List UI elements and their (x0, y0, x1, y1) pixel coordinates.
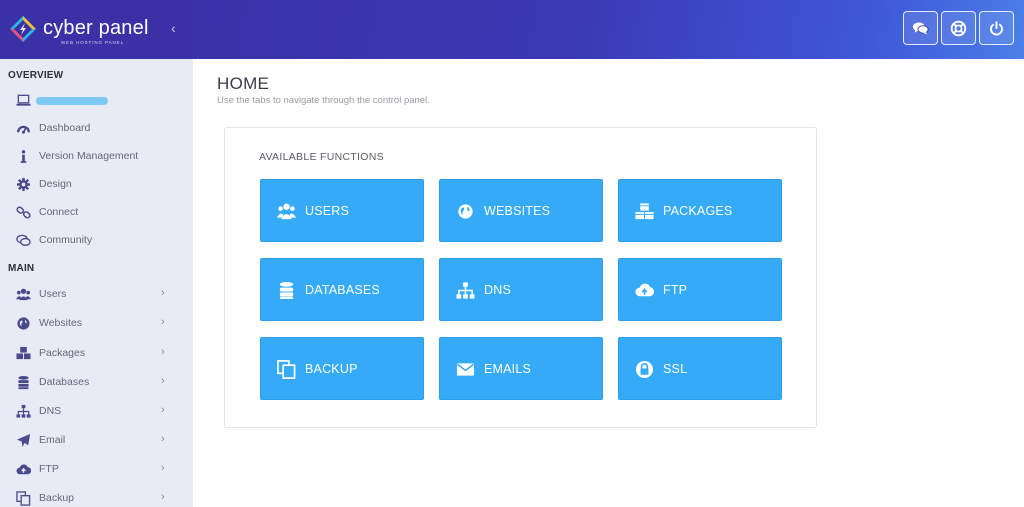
cubes-icon (16, 346, 31, 361)
chevron-right-icon: › (161, 316, 165, 328)
sidebar-item-community[interactable]: Community (0, 230, 193, 252)
copy-icon (16, 491, 31, 506)
sidebar-item-dns[interactable]: DNS › (0, 401, 193, 423)
sidebar-item-backup[interactable]: Backup › (0, 488, 193, 507)
sidebar-item-label: Websites (39, 317, 82, 329)
top-header: cyber panel WEB HOSTING PANEL ‹ (0, 0, 1024, 59)
support-icon (950, 20, 967, 36)
emails-button-label: EMAILS (484, 362, 532, 376)
username-placeholder (36, 97, 108, 105)
sidebar-item-version-management[interactable]: Version Management (0, 146, 193, 168)
chevron-right-icon: › (161, 375, 165, 387)
link-icon (16, 205, 31, 220)
section-title-overview: OVERVIEW (8, 70, 64, 81)
cloud-upload-icon (16, 462, 32, 477)
cubes-icon (635, 202, 654, 221)
sidebar-item-label: DNS (39, 405, 62, 417)
ssl-button-label: SSL (663, 362, 688, 376)
paper-plane-icon (16, 433, 31, 448)
chevron-right-icon: › (161, 404, 165, 416)
sidebar-item-label: Community (39, 234, 93, 246)
sidebar-item-label: Backup (39, 492, 75, 504)
users-button-label: USERS (305, 204, 350, 218)
backup-button[interactable]: BACKUP (260, 337, 424, 400)
page-subtitle: Use the tabs to navigate through the con… (217, 95, 430, 106)
emails-button[interactable]: EMAILS (439, 337, 603, 400)
sidebar-item-email[interactable]: Email › (0, 430, 193, 452)
users-icon (277, 202, 296, 221)
ftp-button[interactable]: FTP (618, 258, 782, 321)
database-icon (16, 375, 31, 390)
ssl-button[interactable]: SSL (618, 337, 782, 400)
gear-icon (16, 177, 31, 192)
packages-button-label: PACKAGES (663, 204, 733, 218)
panel-title: AVAILABLE FUNCTIONS (259, 151, 384, 163)
globe-icon (456, 202, 475, 221)
support-button[interactable] (941, 11, 976, 45)
sidebar-item-label: FTP (39, 463, 59, 475)
users-button[interactable]: USERS (260, 179, 424, 242)
sidebar-item-label: Packages (39, 347, 86, 359)
dns-button-label: DNS (484, 283, 511, 297)
databases-button[interactable]: DATABASES (260, 258, 424, 321)
laptop-icon (16, 94, 31, 106)
chat-button[interactable] (903, 11, 938, 45)
databases-button-label: DATABASES (305, 283, 380, 297)
info-icon (16, 149, 31, 164)
lock-icon (635, 360, 654, 379)
backup-button-label: BACKUP (305, 362, 358, 376)
websites-button-label: WEBSITES (484, 204, 551, 218)
sidebar-item-websites[interactable]: Websites › (0, 313, 193, 335)
power-icon (990, 20, 1003, 35)
database-icon (277, 281, 296, 300)
sidebar-item-label: Email (39, 434, 66, 446)
sidebar-item-packages[interactable]: Packages › (0, 343, 193, 365)
chevron-right-icon: › (161, 287, 165, 299)
cloud-upload-icon (635, 281, 655, 300)
brand-tagline: WEB HOSTING PANEL (61, 40, 124, 45)
dns-button[interactable]: DNS (439, 258, 603, 321)
sitemap-icon (456, 281, 475, 300)
sidebar-item-design[interactable]: Design (0, 174, 193, 196)
chevron-right-icon: › (161, 346, 165, 358)
sidebar-item-label: Connect (39, 206, 79, 218)
brand-name: cyber panel (43, 17, 149, 39)
page-title: HOME (217, 74, 270, 93)
current-user[interactable] (16, 93, 186, 107)
brand-area: cyber panel WEB HOSTING PANEL ‹ (0, 0, 193, 59)
comments-icon (16, 233, 31, 248)
globe-icon (16, 316, 31, 331)
sidebar-item-users[interactable]: Users › (0, 284, 193, 306)
section-title-main: MAIN (8, 263, 35, 274)
cyberpanel-logo-icon (10, 16, 36, 42)
users-icon (16, 287, 31, 302)
chat-icon (912, 22, 929, 34)
websites-button[interactable]: WEBSITES (439, 179, 603, 242)
copy-icon (277, 360, 296, 379)
sidebar-item-ftp[interactable]: FTP › (0, 459, 193, 481)
sidebar-item-label: Design (39, 178, 72, 190)
sidebar-item-connect[interactable]: Connect (0, 202, 193, 224)
sidebar-item-label: Dashboard (39, 122, 91, 134)
ftp-button-label: FTP (663, 283, 688, 297)
dashboard-icon (16, 121, 31, 136)
chevron-right-icon: › (161, 462, 165, 474)
sidebar-item-databases[interactable]: Databases › (0, 372, 193, 394)
chevron-right-icon: › (161, 433, 165, 445)
sidebar-item-label: Databases (39, 376, 90, 388)
packages-button[interactable]: PACKAGES (618, 179, 782, 242)
sidebar-item-label: Version Management (39, 150, 139, 162)
sitemap-icon (16, 404, 31, 419)
envelope-icon (456, 360, 475, 379)
power-button[interactable] (979, 11, 1014, 45)
sidebar-item-label: Users (39, 288, 67, 300)
sidebar-item-dashboard[interactable]: Dashboard (0, 118, 193, 140)
sidebar-collapse-button[interactable]: ‹ (171, 20, 176, 36)
chevron-right-icon: › (161, 491, 165, 503)
